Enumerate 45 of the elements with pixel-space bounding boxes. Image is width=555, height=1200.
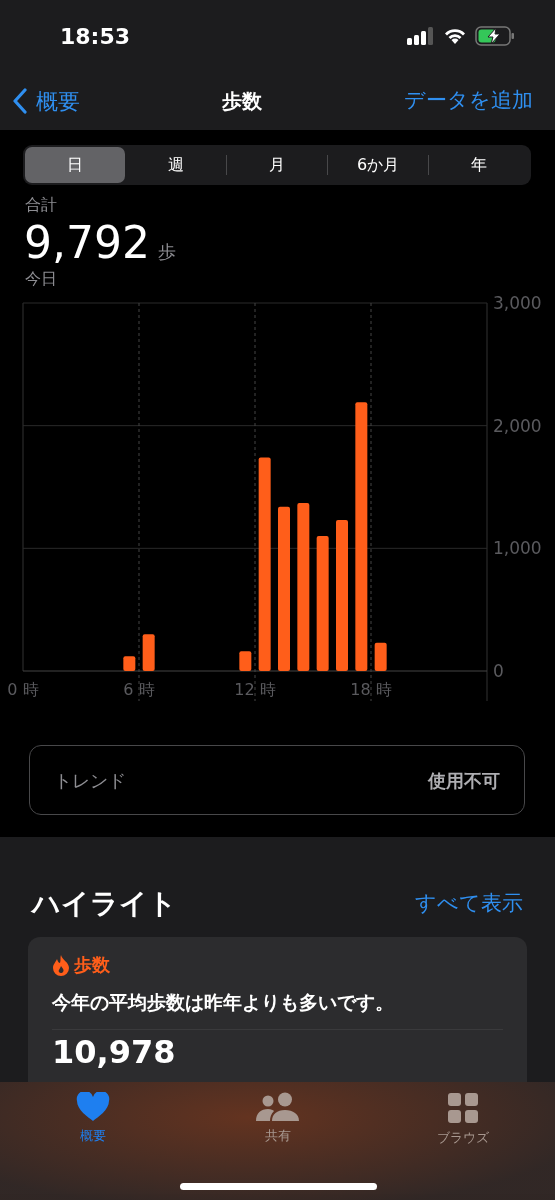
average-steps: 10,978 — [52, 1035, 176, 1070]
battery-charging-icon — [475, 26, 515, 46]
highlight-category: 歩数 — [74, 953, 110, 977]
axis-label: 1,000 — [493, 538, 542, 559]
date-label: 今日 — [25, 268, 58, 290]
tab-bar-item[interactable]: 共有 — [185, 1082, 370, 1200]
axis-label: 0 — [493, 661, 504, 681]
show-all-link[interactable]: すべて表示 — [415, 888, 523, 920]
axis-label: 2,000 — [493, 415, 542, 436]
axis-label: 12 時 — [234, 680, 276, 699]
segment-tab[interactable]: 年 — [429, 147, 529, 183]
bar — [142, 634, 155, 671]
segment-tab[interactable]: 日 — [25, 147, 125, 183]
bar — [239, 651, 252, 671]
highlight-text: 今年の平均歩数は昨年よりも多いです。 — [52, 990, 395, 1015]
total-steps: 9,792 — [24, 221, 150, 265]
add-data-button[interactable]: データを追加 — [404, 85, 533, 117]
total-label: 合計 — [25, 194, 58, 216]
wifi-icon — [443, 27, 467, 45]
segment-tab[interactable]: 週 — [126, 147, 226, 183]
tab-bar-item[interactable]: 概要 — [0, 1082, 185, 1200]
trend-label: トレンド — [54, 768, 126, 793]
section-title: ハイライト — [32, 886, 177, 922]
steps-unit: 歩 — [157, 240, 176, 264]
chevron-left-icon — [12, 88, 28, 114]
people-icon — [254, 1092, 301, 1122]
grid-icon — [446, 1092, 479, 1124]
segment-tab[interactable]: 月 — [227, 147, 327, 183]
axis-label: 18 時 — [350, 680, 392, 699]
trend-card[interactable]: トレンド 使用不可 — [29, 745, 525, 815]
flame-icon — [52, 953, 70, 976]
heart-icon — [75, 1092, 110, 1122]
tab-bar-item[interactable]: ブラウズ — [370, 1082, 555, 1200]
axis-label: 0 時 — [7, 680, 39, 699]
segment-tab[interactable]: 6か月 — [328, 147, 428, 183]
back-button[interactable]: 概要 — [12, 84, 80, 118]
axis-label: 3,000 — [493, 295, 542, 313]
bar — [123, 656, 136, 671]
bar — [374, 642, 387, 671]
trend-value: 使用不可 — [428, 768, 500, 793]
page-title: 歩数 — [222, 88, 262, 115]
axis-label: 6 時 — [123, 680, 155, 699]
status-time: 18:53 — [60, 22, 131, 51]
highlight-card[interactable]: 歩数 今年の平均歩数は昨年よりも多いです。 10,978 — [28, 937, 527, 1082]
signal-icon — [407, 27, 435, 45]
